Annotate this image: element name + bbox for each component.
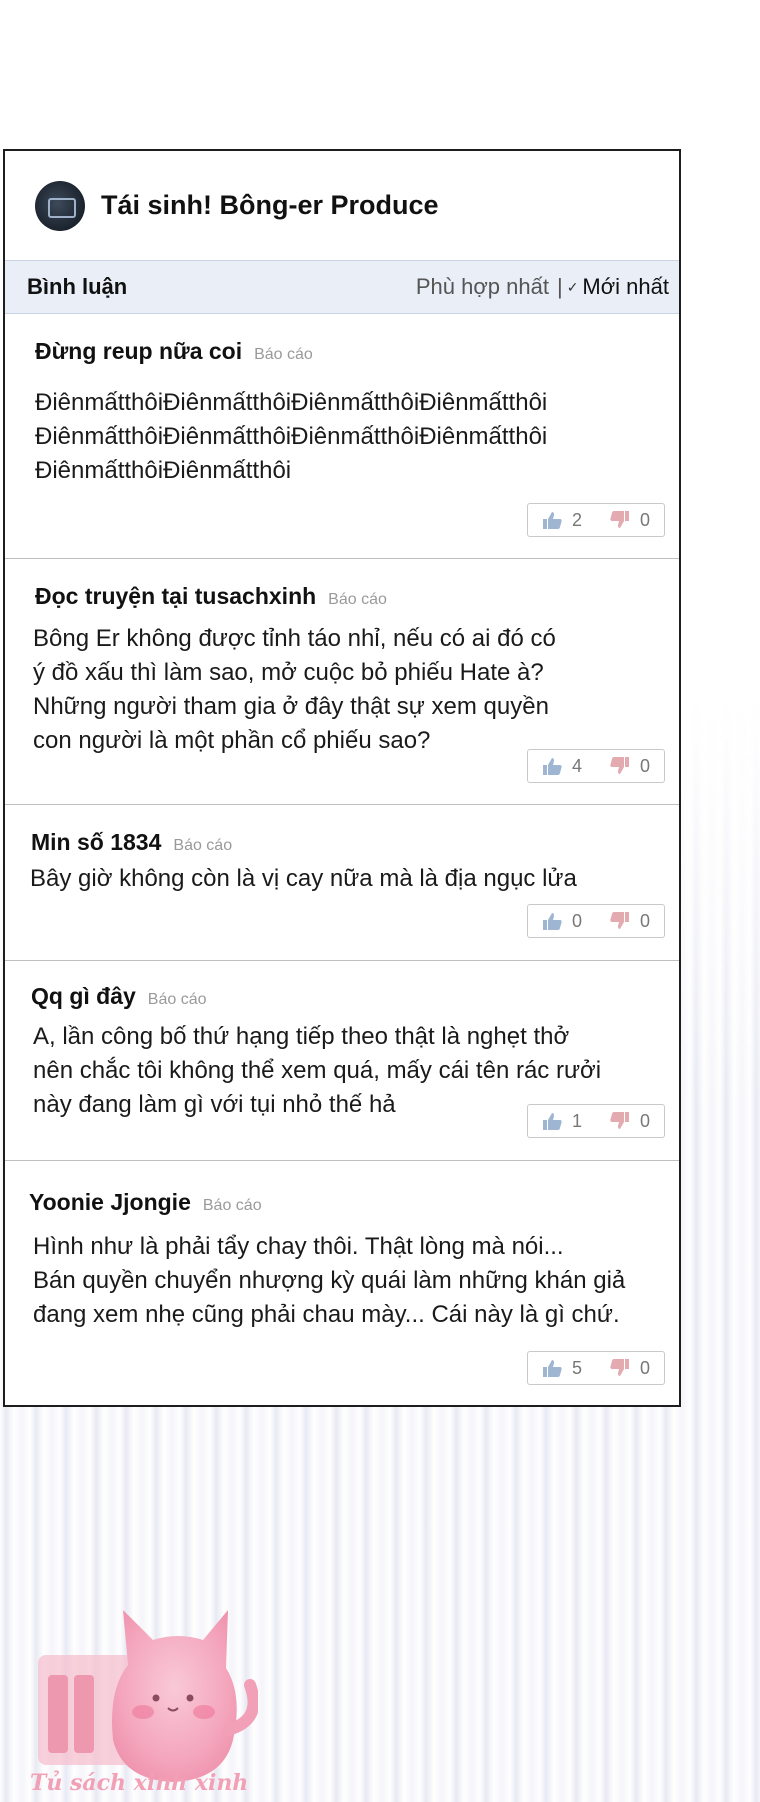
comments-tabbar: Bình luận Phù hợp nhất | ✓ Mới nhất [5, 260, 679, 314]
vote-box: 1 0 [527, 1104, 665, 1138]
like-button[interactable]: 4 [528, 756, 596, 777]
sort-separator: | [556, 274, 563, 299]
comment-item: Min số 1834 Báo cáo Bây giờ không còn là… [5, 805, 679, 961]
comment-text: Bây giờ không còn là vị cay nữa mà là đị… [30, 865, 577, 892]
comment-text: A, lần công bố thứ hạng tiếp theo thật l… [33, 1023, 602, 1118]
dislike-button[interactable]: 0 [596, 1358, 664, 1379]
sort-newest-option[interactable]: Mới nhất [582, 274, 669, 300]
like-count: 2 [571, 509, 582, 530]
dislike-count: 0 [639, 755, 650, 776]
like-count: 4 [571, 755, 582, 776]
book-cover-avatar-icon[interactable] [35, 180, 85, 231]
thumbs-down-icon [610, 757, 629, 774]
dislike-button[interactable]: 0 [596, 1111, 664, 1132]
dislike-count: 0 [639, 1357, 650, 1378]
watermark-text: Tủ sách xinh xinh [30, 1770, 249, 1796]
vote-box: 0 0 [527, 904, 665, 938]
comment-item: Đọc truyện tại tusachxinh Báo cáo Bông E… [5, 559, 679, 805]
dislike-button[interactable]: 0 [596, 510, 664, 531]
thumbs-up-icon [542, 1113, 562, 1130]
report-link[interactable]: Báo cáo [203, 1197, 262, 1215]
comment-item: Yoonie Jjongie Báo cáo Hình như là phải … [5, 1161, 679, 1407]
vote-box: 5 0 [527, 1351, 665, 1385]
thumbs-down-icon [610, 511, 629, 528]
sort-selector: Phù hợp nhất | ✓ Mới nhất [416, 274, 669, 300]
pink-cat-mascot-icon [38, 1610, 258, 1782]
comment-item: Qq gì đây Báo cáo A, lần công bố thứ hạn… [5, 961, 679, 1161]
like-count: 5 [571, 1357, 582, 1378]
comments-panel: Tái sinh! Bông-er Produce Bình luận Phù … [3, 149, 681, 1407]
comment-author[interactable]: Đừng reup nữa coi [35, 338, 242, 365]
comment-author[interactable]: Đọc truyện tại tusachxinh [35, 583, 316, 610]
thumbs-up-icon [542, 1360, 562, 1377]
like-button[interactable]: 2 [528, 510, 596, 531]
report-link[interactable]: Báo cáo [148, 991, 207, 1009]
like-count: 0 [571, 910, 582, 931]
comments-tab[interactable]: Bình luận [27, 274, 127, 300]
thumbs-down-icon [610, 912, 629, 929]
comment-text: Bông Er không được tỉnh táo nhỉ, nếu có … [33, 625, 556, 754]
thumbs-up-icon [542, 512, 562, 529]
like-count: 1 [571, 1110, 582, 1131]
series-title[interactable]: Tái sinh! Bông-er Produce [101, 190, 439, 221]
vote-box: 4 0 [527, 749, 665, 783]
thumbs-up-icon [542, 913, 562, 930]
app-header: Tái sinh! Bông-er Produce [5, 151, 679, 260]
thumbs-up-icon [542, 758, 562, 775]
like-button[interactable]: 1 [528, 1111, 596, 1132]
comment-author[interactable]: Min số 1834 [31, 829, 161, 856]
dislike-count: 0 [639, 509, 650, 530]
comment-author[interactable]: Qq gì đây [31, 983, 136, 1010]
comment-text: ĐiênmấtthôiĐiênmấtthôiĐiênmấtthôiĐiênmất… [35, 389, 548, 484]
report-link[interactable]: Báo cáo [254, 346, 313, 364]
dislike-count: 0 [639, 910, 650, 931]
dislike-count: 0 [639, 1110, 650, 1131]
sort-relevant-option[interactable]: Phù hợp nhất [416, 274, 549, 300]
like-button[interactable]: 0 [528, 911, 596, 932]
dislike-button[interactable]: 0 [596, 756, 664, 777]
vote-box: 2 0 [527, 503, 665, 537]
dislike-button[interactable]: 0 [596, 911, 664, 932]
comment-author[interactable]: Yoonie Jjongie [29, 1189, 191, 1216]
comment-item: Đừng reup nữa coi Báo cáo ĐiênmấtthôiĐiê… [5, 314, 679, 559]
comment-text: Hình như là phải tẩy chay thôi. Thật lòn… [33, 1233, 626, 1328]
report-link[interactable]: Báo cáo [328, 591, 387, 609]
checkmark-icon: ✓ [566, 278, 579, 295]
report-link[interactable]: Báo cáo [173, 837, 232, 855]
thumbs-down-icon [610, 1112, 629, 1129]
like-button[interactable]: 5 [528, 1358, 596, 1379]
thumbs-down-icon [610, 1359, 629, 1376]
